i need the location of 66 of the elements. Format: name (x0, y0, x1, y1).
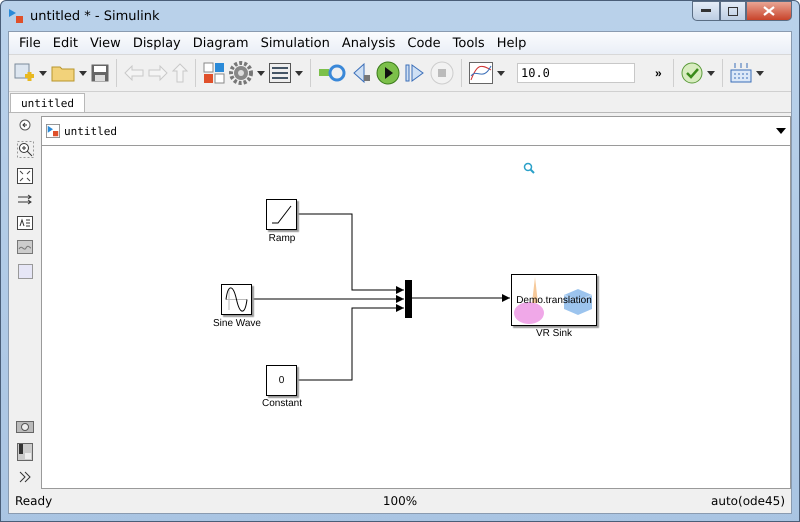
menu-item[interactable]: Display (126, 36, 187, 50)
run-button[interactable] (376, 60, 400, 86)
scope-icon[interactable] (469, 60, 493, 86)
annotation-icon[interactable] (17, 216, 33, 230)
check-icon[interactable] (680, 60, 703, 86)
model-tab[interactable]: untitled (10, 93, 85, 112)
search-icon[interactable] (523, 162, 535, 174)
model-explorer-icon[interactable] (269, 60, 291, 86)
block-label: Sine Wave (213, 318, 261, 329)
menu-item[interactable]: Help (490, 36, 532, 50)
block-label: Ramp (268, 233, 296, 244)
signal-line[interactable] (252, 295, 404, 303)
caret-icon[interactable] (756, 70, 764, 76)
window-title: untitled * - Simulink (30, 8, 160, 24)
solver-text: auto(ode45) (710, 494, 785, 508)
image-icon[interactable] (17, 240, 33, 254)
maximize-icon (728, 6, 738, 16)
ramp-icon (270, 203, 293, 226)
caret-icon[interactable] (295, 70, 303, 76)
model-icon (8, 8, 24, 24)
zoom-level: 100% (382, 494, 418, 508)
menu-item[interactable]: Tools (446, 36, 491, 50)
block-value: 0 (278, 375, 284, 386)
signal-line[interactable] (296, 214, 404, 294)
caret-icon[interactable] (79, 70, 87, 76)
sine-wave-block[interactable] (221, 284, 252, 315)
maximize-button[interactable] (720, 1, 746, 21)
caret-icon[interactable] (39, 70, 47, 76)
zoom-in-icon[interactable] (16, 141, 34, 158)
dropdown-caret-icon[interactable] (776, 128, 786, 134)
report-icon[interactable] (17, 443, 33, 461)
library-browser-icon[interactable] (203, 60, 225, 86)
minimize-button[interactable] (692, 1, 720, 21)
fit-to-view-icon[interactable] (17, 168, 33, 184)
model-icon (46, 124, 60, 138)
block-value: Demo.translation (516, 294, 592, 306)
block-label: Constant (262, 398, 302, 409)
stop-time-field[interactable]: 10.0 (517, 63, 635, 83)
caret-icon[interactable] (706, 70, 715, 76)
hide-browser-icon[interactable] (19, 119, 31, 131)
signal-line[interactable] (296, 304, 404, 380)
menu-item[interactable]: Simulation (254, 36, 336, 50)
vr-sink-block[interactable]: Demo.translation (511, 274, 597, 326)
status-text: Ready (15, 494, 54, 508)
menu-item[interactable]: Analysis (336, 36, 402, 50)
close-icon (763, 6, 775, 16)
breadcrumb-path[interactable]: untitled (64, 124, 772, 138)
expand-icon[interactable] (19, 471, 31, 483)
ramp-block[interactable] (266, 199, 297, 230)
camera-icon[interactable] (16, 419, 34, 433)
overflow-button[interactable]: » (651, 66, 666, 80)
signal-arrows-icon[interactable] (17, 194, 33, 206)
signal-line[interactable] (412, 294, 510, 302)
close-button[interactable] (746, 1, 792, 21)
sine-wave-icon (224, 287, 249, 312)
menu-item[interactable]: Diagram (186, 36, 255, 50)
menu-item[interactable]: File (13, 36, 47, 50)
constant-block[interactable]: 0 (266, 365, 297, 396)
settings-icon[interactable] (229, 60, 253, 86)
menu-item[interactable]: Code (401, 36, 447, 50)
minimize-icon (701, 9, 711, 13)
block-label: VR Sink (536, 328, 572, 339)
caret-icon[interactable] (497, 70, 505, 76)
menu-item[interactable]: Edit (46, 36, 84, 50)
caret-icon[interactable] (257, 70, 265, 76)
menu-item[interactable]: View (84, 36, 127, 50)
